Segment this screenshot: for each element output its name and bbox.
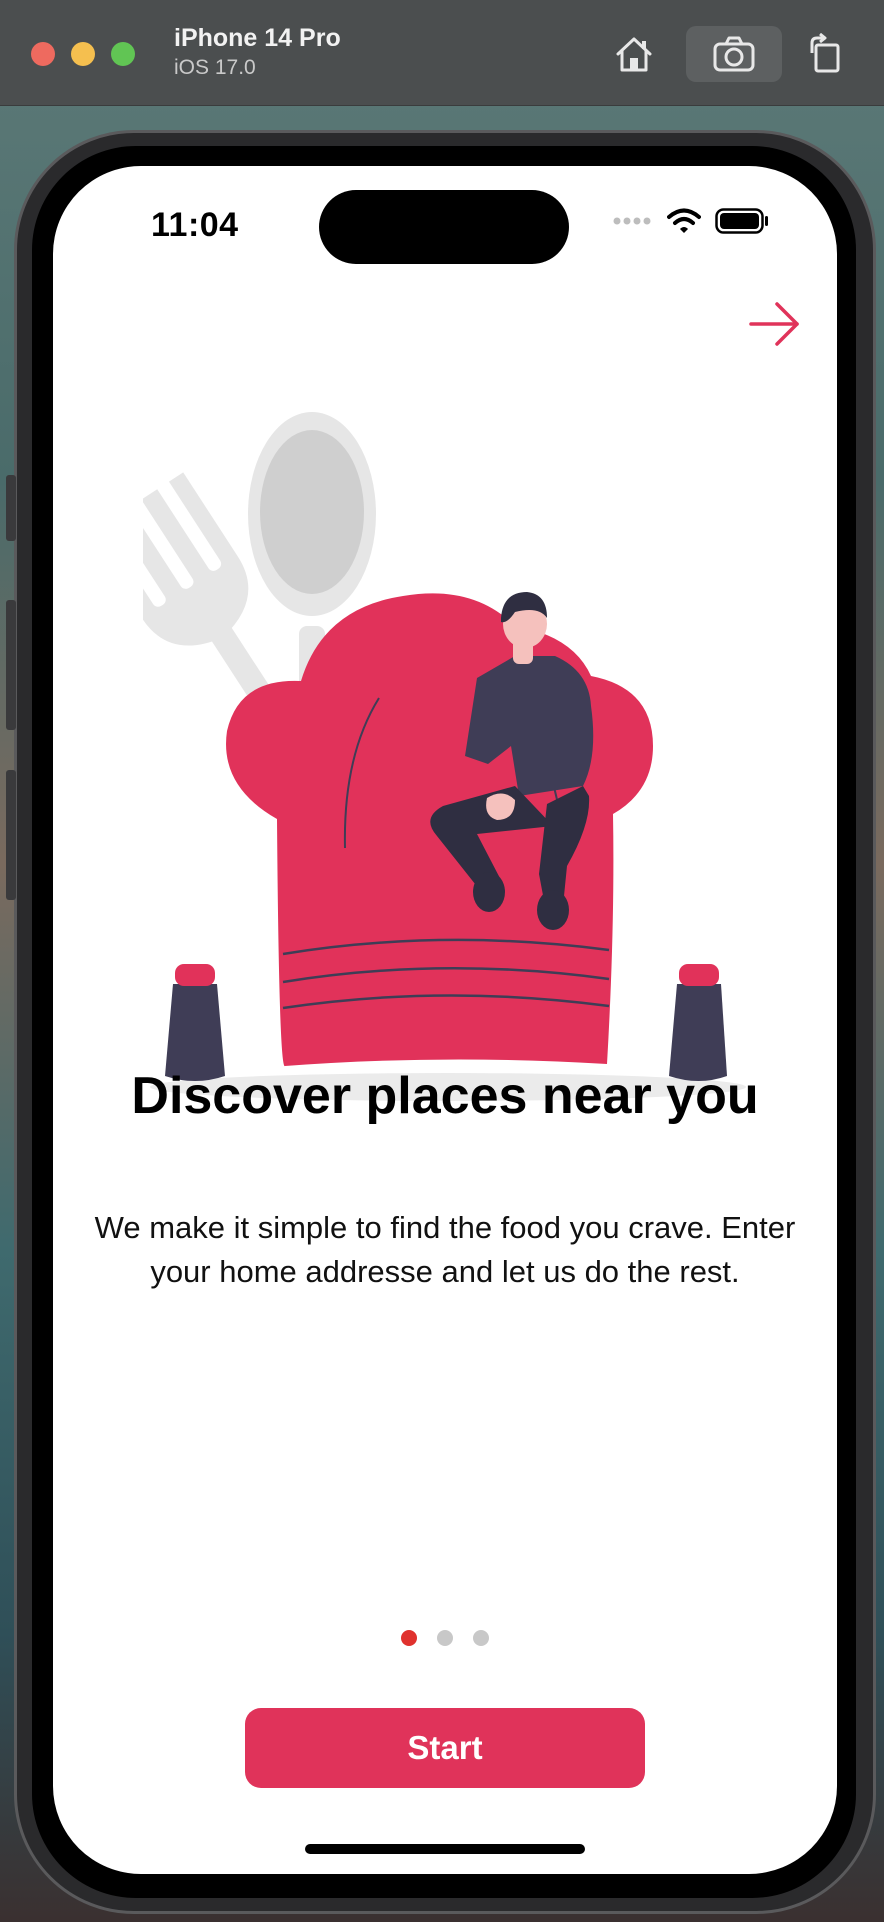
close-window-button[interactable] — [31, 42, 55, 66]
page-dot-2[interactable] — [437, 1630, 453, 1646]
home-icon — [616, 37, 652, 72]
chef-hat-illustration — [143, 412, 746, 1101]
device-name: iPhone 14 Pro — [174, 24, 341, 52]
home-button[interactable] — [606, 26, 662, 82]
arrow-right-icon — [749, 302, 799, 346]
onboarding-title: Discover places near you — [131, 1067, 759, 1125]
page-dot-1[interactable] — [401, 1630, 417, 1646]
wifi-icon — [667, 208, 701, 233]
start-button[interactable]: Start — [245, 1708, 645, 1788]
zoom-window-button[interactable] — [111, 42, 135, 66]
simulator-titlebar: iPhone 14 Pro iOS 17.0 — [0, 0, 884, 106]
app-screen: 11:04 Discover places near you We make i… — [53, 166, 837, 1874]
screenshot-icon — [713, 36, 755, 72]
home-indicator[interactable] — [305, 1844, 585, 1854]
status-time: 11:04 — [151, 206, 239, 244]
battery-icon — [715, 208, 768, 234]
os-version: iOS 17.0 — [174, 56, 256, 79]
silent-switch — [6, 475, 16, 541]
page-indicator[interactable] — [53, 1630, 837, 1646]
page-dot-3[interactable] — [473, 1630, 489, 1646]
rotate-icon — [810, 33, 840, 73]
dynamic-island — [319, 190, 569, 264]
signal-dots-icon — [613, 217, 651, 225]
status-icons — [613, 208, 769, 234]
volume-up-button — [6, 600, 16, 730]
rotate-button[interactable] — [796, 26, 856, 82]
screenshot-button[interactable] — [686, 26, 782, 82]
volume-down-button — [6, 770, 16, 900]
next-button[interactable] — [747, 298, 803, 350]
minimize-window-button[interactable] — [71, 42, 95, 66]
onboarding-description: We make it simple to find the food you c… — [94, 1210, 796, 1289]
